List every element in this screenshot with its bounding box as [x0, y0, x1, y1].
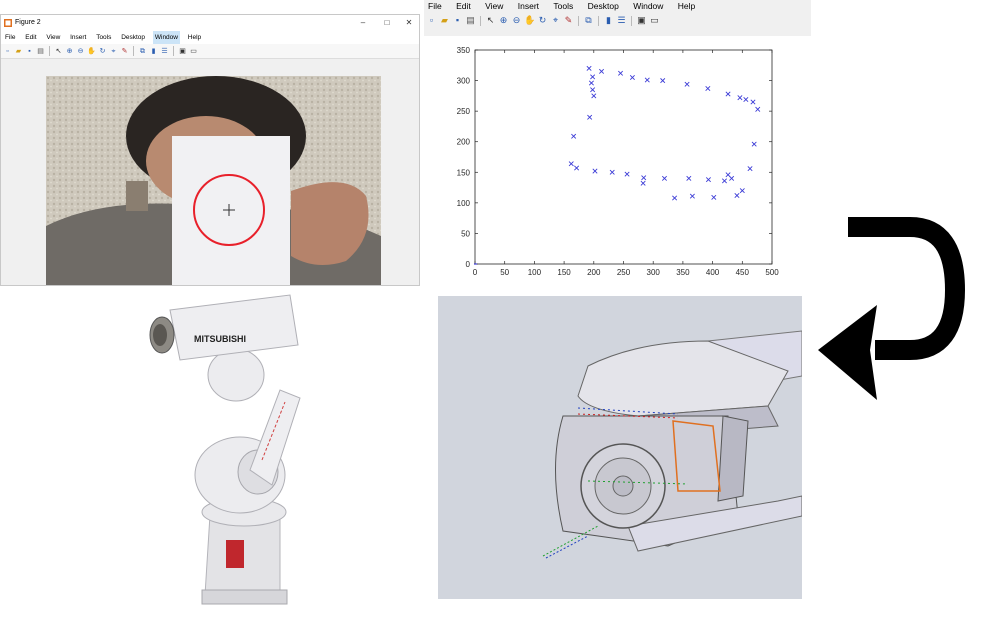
legend-icon[interactable]: ☰	[160, 47, 169, 56]
y-tick-label: 50	[461, 229, 470, 238]
menu-edit[interactable]: Edit	[25, 31, 36, 44]
menu-file[interactable]: File	[5, 31, 15, 44]
colorbar-icon[interactable]: ▮	[149, 47, 158, 56]
x-tick-label: 450	[736, 268, 750, 277]
rotate-icon[interactable]: ↻	[537, 15, 548, 26]
link-icon[interactable]: ⧉	[583, 15, 594, 26]
y-tick-label: 0	[466, 260, 471, 269]
brush-icon[interactable]: ✎	[120, 47, 129, 56]
toolbar-divider	[133, 46, 134, 56]
y-tick-label: 150	[457, 168, 471, 177]
x-tick-label: 300	[647, 268, 661, 277]
window-title: Figure 2	[15, 19, 41, 26]
zoom-out-icon[interactable]: ⊖	[76, 47, 85, 56]
open-icon[interactable]: ▰	[439, 15, 450, 26]
zoom-out-icon[interactable]: ⊖	[511, 15, 522, 26]
data-cursor-icon[interactable]: ⌖	[109, 47, 118, 56]
cad-gripper-render	[438, 296, 802, 599]
robot-arm-photo: MITSUBISHI	[149, 294, 301, 605]
x-tick-label: 50	[500, 268, 509, 277]
toolbar-divider	[173, 46, 174, 56]
plot-window: File Edit View Insert Tools Desktop Wind…	[424, 0, 811, 286]
menu-help[interactable]: Help	[678, 0, 695, 12]
menu-desktop[interactable]: Desktop	[588, 0, 619, 12]
x-tick-label: 0	[473, 268, 478, 277]
menu-view[interactable]: View	[485, 0, 503, 12]
x-tick-label: 100	[528, 268, 542, 277]
save-icon[interactable]: ▪	[452, 15, 463, 26]
menu-file[interactable]: File	[428, 0, 442, 12]
hide-tools-icon[interactable]: ▣	[636, 15, 647, 26]
menu-insert[interactable]: Insert	[518, 0, 539, 12]
colorbar-icon[interactable]: ▮	[603, 15, 614, 26]
menu-view[interactable]: View	[46, 31, 60, 44]
legend-icon[interactable]: ☰	[616, 15, 627, 26]
show-tools-icon[interactable]: ▭	[189, 47, 198, 56]
zoom-in-icon[interactable]: ⊕	[65, 47, 74, 56]
axes-box	[474, 49, 773, 265]
figure-toolbar: ▫ ▰ ▪ ▤ ↖ ⊕ ⊖ ✋ ↻ ⌖ ✎ ⧉ ▮ ☰ ▣ ▭	[424, 12, 811, 29]
close-button[interactable]: ✕	[397, 15, 419, 31]
menu-window[interactable]: Window	[633, 0, 663, 12]
open-icon[interactable]: ▰	[14, 47, 23, 56]
toolbar-divider	[49, 46, 50, 56]
menu-tools[interactable]: Tools	[96, 31, 111, 44]
scatter-chart[interactable]: 0 50 100 150 200 250 300 350 400 450 500 0 50 100 150 2…	[424, 36, 811, 286]
menu-window[interactable]: Window	[152, 31, 180, 44]
toolbar-divider	[578, 15, 579, 26]
x-tick-label: 150	[557, 268, 571, 277]
brush-icon[interactable]: ✎	[563, 15, 574, 26]
y-tick-label: 100	[457, 199, 471, 208]
title-bar: Figure 2 – □ ✕	[1, 15, 419, 31]
plot-area: 0 50 100 150 200 250 300 350 400 450 500 0 50 100 150 2…	[424, 36, 811, 286]
robot-brand-label: MITSUBISHI	[194, 334, 246, 344]
x-tick-label: 200	[587, 268, 601, 277]
toolbar-divider	[480, 15, 481, 26]
y-tick-label: 350	[457, 46, 471, 55]
y-tick-label: 250	[457, 107, 471, 116]
figure-toolbar: ▫ ▰ ▪ ▤ ↖ ⊕ ⊖ ✋ ↻ ⌖ ✎ ⧉ ▮ ☰ ▣ ▭	[1, 44, 419, 59]
y-tick-label: 200	[457, 138, 471, 147]
zoom-in-icon[interactable]: ⊕	[498, 15, 509, 26]
save-icon[interactable]: ▪	[25, 47, 34, 56]
new-icon[interactable]: ▫	[426, 15, 437, 26]
pointer-icon[interactable]: ↖	[54, 47, 63, 56]
figure-2-window: Figure 2 – □ ✕ File Edit View Insert Too…	[0, 14, 420, 286]
menu-bar: File Edit View Insert Tools Desktop Wind…	[1, 31, 419, 44]
x-tick-label: 350	[676, 268, 690, 277]
menu-edit[interactable]: Edit	[456, 0, 471, 12]
matlab-figure-icon	[4, 19, 12, 27]
y-tick-label: 300	[457, 77, 471, 86]
toolbar-divider	[631, 15, 632, 26]
menu-bar: File Edit View Insert Tools Desktop Wind…	[424, 0, 811, 12]
menu-tools[interactable]: Tools	[553, 0, 573, 12]
rotate-icon[interactable]: ↻	[98, 47, 107, 56]
new-icon[interactable]: ▫	[3, 47, 12, 56]
menu-insert[interactable]: Insert	[70, 31, 86, 44]
pan-icon[interactable]: ✋	[524, 15, 535, 26]
minimize-button[interactable]: –	[351, 15, 375, 31]
x-tick-label: 500	[765, 268, 779, 277]
x-tick-label: 400	[706, 268, 720, 277]
menu-desktop[interactable]: Desktop	[121, 31, 145, 44]
link-icon[interactable]: ⧉	[138, 47, 147, 56]
hide-tools-icon[interactable]: ▣	[178, 47, 187, 56]
show-tools-icon[interactable]: ▭	[649, 15, 660, 26]
print-icon[interactable]: ▤	[36, 47, 45, 56]
pointer-icon[interactable]: ↖	[485, 15, 496, 26]
menu-help[interactable]: Help	[188, 31, 201, 44]
webcam-frame	[46, 76, 381, 285]
x-tick-label: 250	[617, 268, 631, 277]
curved-return-arrow-icon	[818, 217, 966, 400]
print-icon[interactable]: ▤	[465, 15, 476, 26]
toolbar-divider	[598, 15, 599, 26]
maximize-button[interactable]: □	[375, 15, 399, 31]
data-cursor-icon[interactable]: ⌖	[550, 15, 561, 26]
pan-icon[interactable]: ✋	[87, 47, 96, 56]
